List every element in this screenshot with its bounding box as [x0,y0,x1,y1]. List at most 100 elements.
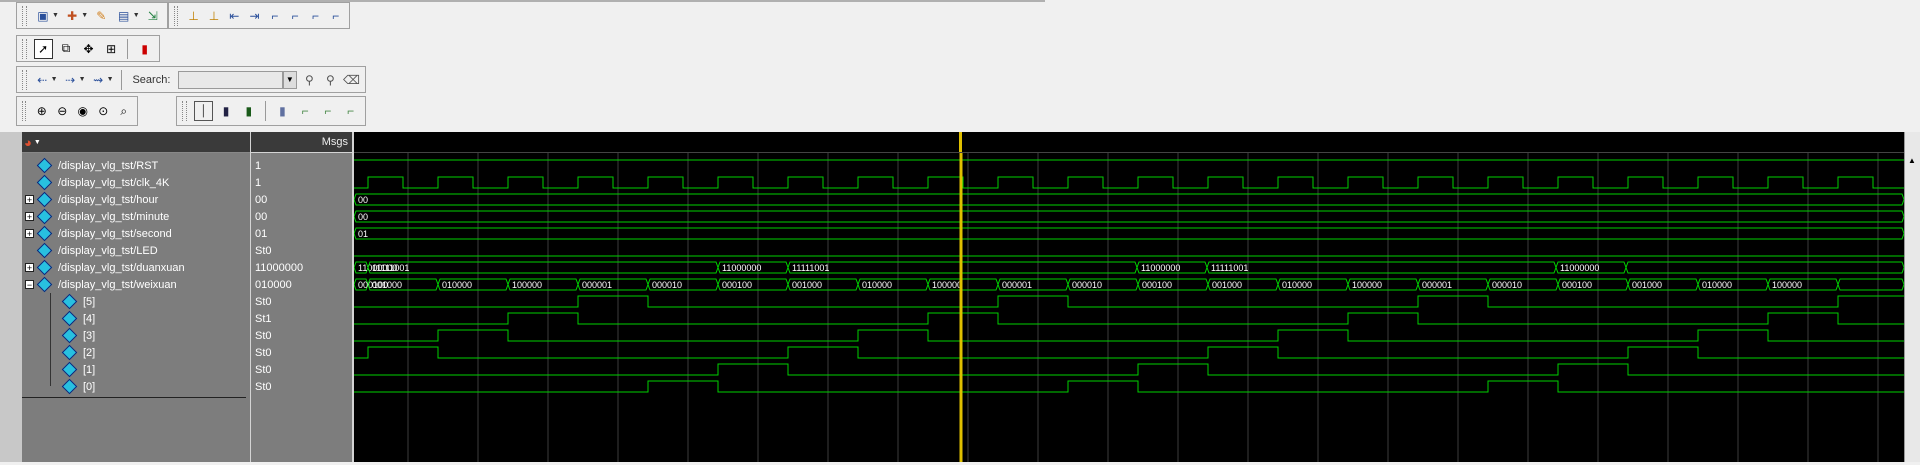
measure-icon[interactable]: ⊞ [102,39,121,59]
chevron-down-icon[interactable]: ▼ [79,76,86,83]
cursor-next-icon[interactable]: ⇥ [246,6,262,26]
tree-guide-line [50,293,51,386]
chevron-down-icon[interactable]: ▼ [133,12,140,19]
bus-value-label: 000100 [1562,280,1592,290]
format-event-icon[interactable]: ▮ [239,101,258,121]
signal-names-pane: /display_vlg_tst/RST/display_vlg_tst/clk… [22,153,250,462]
format-literal-icon[interactable]: ⏐ [193,101,213,121]
expand-icon[interactable]: + [25,263,34,273]
signal-row[interactable]: + /display_vlg_tst/hour [25,191,158,208]
bus-value-label: 000100 [1142,280,1172,290]
edit-icon[interactable]: ✎ [92,6,110,26]
signal-row[interactable]: [4] [50,310,95,327]
signal-trace [354,176,1904,189]
signal-row[interactable]: [5] [50,293,95,310]
toolbar-grip[interactable] [22,38,27,59]
signal-row[interactable]: + /display_vlg_tst/minute [25,208,169,225]
bus-value-label: 000010 [1072,280,1102,290]
signal-row[interactable]: /display_vlg_tst/clk_4K [25,174,169,191]
globe-menu-icon[interactable]: ◕ [24,135,32,150]
waveform-canvas[interactable]: 0000011100000011111001 11000000 11111001 11… [353,132,1905,462]
signal-value: 01 [255,227,268,240]
pan-mode-icon[interactable]: ✥ [79,39,98,59]
chevron-down-icon[interactable]: ▼ [52,12,59,19]
zoom-region-icon[interactable]: ⌕ [115,101,132,121]
edge-rise-icon[interactable]: ⌐ [296,101,315,121]
zoom-cursor-icon[interactable]: ⊙ [95,101,112,121]
bus-value-label: 11111001 [792,263,829,273]
format-logic-icon[interactable]: ▮ [217,101,236,121]
zoom-full-icon[interactable]: ◉ [74,101,91,121]
chevron-down-icon[interactable]: ▼ [282,70,297,89]
search-input[interactable] [178,70,283,89]
format-analog-icon[interactable]: ▮ [273,101,292,121]
toolbar-separator [127,38,129,59]
edge-c-icon[interactable]: ⌐ [307,6,323,26]
clear-search-icon[interactable]: ⌫ [343,70,360,90]
bus-value-label: 000010 [652,280,682,290]
expand-icon[interactable]: + [25,229,34,239]
signal-name: /display_vlg_tst/hour [58,193,159,206]
chevron-down-icon[interactable]: ▼ [81,12,88,19]
binoculars-icon[interactable]: ⚲ [301,70,318,90]
edge-a-icon[interactable]: ⌐ [267,6,283,26]
toolbar-waveform: ▣ ▼ ✚ ▼ ✎ ▤ ▼ ⇲ [16,2,168,29]
bus-value-label: 001000 [372,280,402,290]
binoculars-all-icon[interactable]: ⚲ [322,70,339,90]
signal-value: St0 [255,244,272,257]
chevron-down-icon[interactable]: ▼ [107,76,114,83]
signal-row[interactable]: [0] [50,378,95,395]
time-cursor-head[interactable] [959,132,962,152]
signal-row[interactable]: /display_vlg_tst/RST [25,157,158,174]
stop-run-icon[interactable]: ▮ [135,39,154,59]
signal-row[interactable]: + /display_vlg_tst/second [25,225,172,242]
values-header: Msgs [251,132,352,152]
signal-row[interactable]: /display_vlg_tst/LED [25,242,158,259]
zoom-out-icon[interactable]: ⊖ [54,101,71,121]
new-wave-icon[interactable]: ▣ [34,6,52,26]
cursor-add-icon[interactable]: ⊥ [185,6,201,26]
expand-icon[interactable]: + [25,195,34,205]
select-pointer-icon[interactable]: ➚ [33,38,53,59]
group-icon[interactable]: ▤ [114,6,132,26]
find-prev-icon[interactable]: ⇠ [34,70,51,90]
edge-d-icon[interactable]: ⌐ [328,6,344,26]
expand-icon[interactable]: + [25,212,34,222]
collapse-icon[interactable]: − [25,280,34,290]
signal-row[interactable]: [1] [50,361,95,378]
chevron-down-icon[interactable]: ▼ [34,139,41,146]
signal-diamond-icon [36,242,53,259]
find-edge-icon[interactable]: ⇝ [90,70,107,90]
toolbar-grip[interactable] [22,69,27,90]
signal-diamond-icon [36,174,53,191]
signal-diamond-icon [61,293,78,310]
waveform-pane[interactable]: 00 00 01 11000000 11111001 11000000 11111001 11… [353,132,1905,462]
signal-row[interactable]: [2] [50,344,95,361]
chevron-down-icon[interactable]: ▼ [51,76,58,83]
find-next-icon[interactable]: ⇢ [62,70,79,90]
scroll-up-icon[interactable]: ▲ [1908,156,1916,165]
edge-b-icon[interactable]: ⌐ [287,6,303,26]
vertical-scrollbar[interactable]: ▲ [1904,132,1920,462]
signal-row[interactable]: [3] [50,327,95,344]
signal-value: 1 [255,176,262,189]
toolbar-grip[interactable] [174,5,179,26]
cursor-delete-icon[interactable]: ⊥ [206,6,222,26]
zoom-in-icon[interactable]: ⊕ [33,101,50,121]
toolbar-grip[interactable] [22,101,27,121]
signal-trace [354,329,1904,342]
toolbar-grip[interactable] [22,5,27,26]
cursor-prev-icon[interactable]: ⇤ [226,6,242,26]
wave-left-strip [0,132,23,462]
edge-both-icon[interactable]: ⌐ [341,101,360,121]
signal-row[interactable]: − /display_vlg_tst/weixuan [25,276,177,293]
zoom-mode-icon[interactable]: ⧉ [57,39,76,59]
add-signal-icon[interactable]: ✚ [63,6,81,26]
insert-icon[interactable]: ⇲ [144,6,162,26]
edge-fall-icon[interactable]: ⌐ [319,101,338,121]
signal-row[interactable]: + /display_vlg_tst/duanxuan [25,259,185,276]
signal-name: /display_vlg_tst/RST [58,159,159,172]
signal-name: /display_vlg_tst/minute [58,210,170,223]
toolbar-grip[interactable] [182,101,187,121]
toolbar-zoom: ⊕ ⊖ ◉ ⊙ ⌕ [16,96,138,126]
